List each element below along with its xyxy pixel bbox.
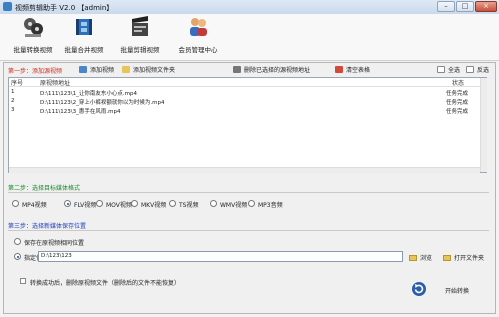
col-header-status[interactable]: 状态 [452, 78, 464, 87]
clear-table-button[interactable]: 清空表格 [335, 65, 370, 74]
row-1-index[interactable]: 1 [11, 89, 15, 95]
open-folder-button[interactable]: 打开文件夹 [443, 253, 484, 262]
start-convert-button[interactable]: 开始转换 [445, 286, 469, 295]
delete-selected-button[interactable]: 删除已选择的源视频地址 [233, 65, 310, 74]
window-title: 视频剪辑助手 V2.0 【admin】 [15, 4, 114, 12]
add-folder-label: 添加视频文件夹 [133, 67, 176, 74]
format-mp3-label: MP3音频 [258, 202, 283, 209]
save-same-label: 保存在原视频相同位置 [24, 240, 85, 247]
row-3-index[interactable]: 3 [11, 107, 15, 113]
step2-label: 第二步：选择目标媒体格式 [8, 185, 81, 192]
step3-divider [8, 230, 489, 231]
invert-icon [466, 66, 474, 73]
reels-icon [24, 18, 43, 37]
row-2-status[interactable]: 任务完成 [446, 98, 468, 106]
step2-divider [8, 192, 489, 193]
format-mov-label: MOV视频 [106, 202, 132, 209]
users-icon [190, 18, 207, 36]
format-flv-radio[interactable] [64, 200, 71, 207]
row-3-status[interactable]: 任务完成 [446, 107, 468, 115]
browse-button[interactable]: 浏览 [409, 253, 432, 262]
maximize-button[interactable]: □ [456, 1, 474, 12]
toolbar-member-center-label: 会员管理中心 [178, 46, 218, 54]
table-horizontal-scrollbar[interactable] [9, 167, 480, 173]
row-1-path[interactable]: D:\111\123\1_让你南友东小心点.mp4 [40, 89, 137, 97]
format-mov-radio[interactable] [96, 200, 103, 207]
format-mp4-label: MP4视频 [22, 202, 47, 209]
add-folder-button[interactable]: 添加视频文件夹 [122, 65, 175, 74]
select-all-label: 全选 [448, 67, 461, 74]
delete-selected-icon [233, 66, 241, 73]
save-same-radio[interactable] [14, 238, 21, 245]
invert-label: 反选 [477, 67, 490, 74]
row-3-path[interactable]: D:\111\123\3_惠手在风雨.mp4 [40, 107, 121, 115]
format-mp4-radio[interactable] [12, 200, 19, 207]
add-video-button[interactable]: 添加视频 [79, 65, 114, 74]
format-wmv-radio[interactable] [210, 200, 217, 207]
open-folder-icon [443, 255, 451, 261]
col-header-index[interactable]: 序号 [11, 78, 23, 87]
delete-selected-label: 删除已选择的源视频地址 [244, 67, 311, 74]
row-2-path[interactable]: D:\111\123\2_穿上小裤衩额就你以为时候为.mp4 [40, 98, 165, 106]
save-path-input[interactable]: D:\123\123 [38, 251, 403, 262]
folder-icon [409, 255, 417, 261]
minimize-button[interactable]: – [437, 1, 455, 12]
table-header-divider [9, 86, 486, 87]
step1-label: 第一步：添加源视频 [8, 68, 63, 75]
open-folder-label: 打开文件夹 [454, 255, 485, 262]
select-all-button[interactable]: 全选 [437, 65, 460, 74]
format-mkv-radio[interactable] [131, 200, 138, 207]
delete-source-checkbox[interactable] [20, 278, 26, 284]
toolbar-member-center-button[interactable]: 会员管理中心 [173, 16, 223, 56]
refresh-icon[interactable] [411, 281, 427, 297]
format-mkv-label: MKV视频 [141, 202, 167, 209]
row-1-status[interactable]: 任务完成 [446, 89, 468, 97]
invert-selection-button[interactable]: 反选 [466, 65, 489, 74]
film-merge-icon [76, 19, 92, 35]
clear-table-label: 清空表格 [346, 67, 371, 74]
clapper-icon [132, 16, 148, 36]
close-button[interactable]: × [475, 1, 497, 12]
delete-source-label: 转换成功后，删除原视频文件（删除后的文件不能恢复） [30, 280, 181, 287]
format-flv-label: FLV视频 [74, 202, 97, 209]
format-ts-radio[interactable] [169, 200, 176, 207]
toolbar-batch-merge-button[interactable]: 批量合并视频 [59, 16, 109, 56]
add-folder-icon [122, 66, 130, 73]
format-ts-label: TS视频 [179, 202, 199, 209]
add-video-icon [79, 66, 87, 73]
browse-label: 浏览 [420, 255, 433, 262]
clear-table-icon [335, 66, 343, 73]
step3-label: 第三步：选择新媒体保存位置 [8, 223, 87, 230]
format-mp3-radio[interactable] [248, 200, 255, 207]
row-2-index[interactable]: 2 [11, 98, 15, 104]
format-wmv-label: WMV视频 [220, 202, 248, 209]
add-video-label: 添加视频 [90, 67, 115, 74]
toolbar-batch-edit-label: 批量剪辑视频 [120, 46, 160, 54]
table-vertical-scrollbar[interactable] [480, 78, 487, 172]
save-custom-radio[interactable] [14, 253, 21, 260]
col-header-path[interactable]: 原视频地址 [40, 78, 70, 87]
toolbar-batch-edit-button[interactable]: 批量剪辑视频 [115, 16, 165, 56]
select-all-icon [437, 66, 445, 73]
app-icon [3, 2, 12, 11]
